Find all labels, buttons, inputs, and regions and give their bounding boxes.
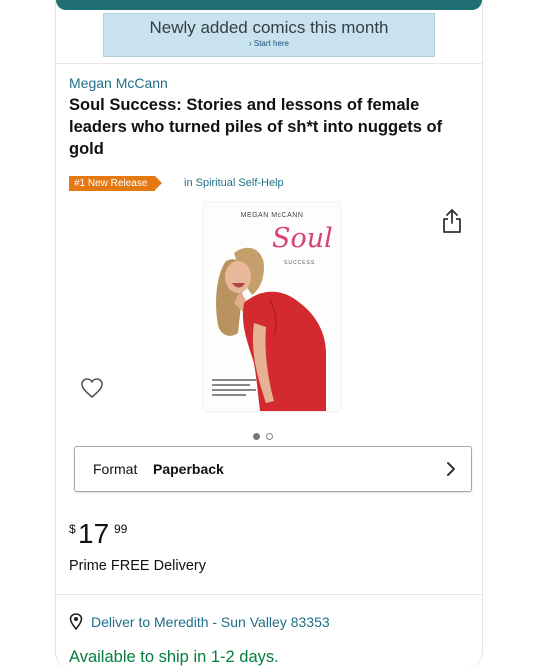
top-bar xyxy=(56,0,482,10)
banner-start-link[interactable]: › Start here xyxy=(104,39,434,48)
prime-delivery: Prime FREE Delivery xyxy=(69,558,206,574)
format-value: Paperback xyxy=(153,461,224,477)
image-carousel-dots xyxy=(253,427,279,445)
product-image[interactable]: MEGAN McCANN Soul SUCCESS xyxy=(204,203,340,411)
cover-blurb-line xyxy=(212,384,250,386)
format-selector[interactable]: Format Paperback xyxy=(74,446,472,492)
price-fraction: 99 xyxy=(114,522,128,536)
heart-icon[interactable] xyxy=(80,377,104,399)
product-title: Soul Success: Stories and lessons of fem… xyxy=(69,96,443,158)
new-release-badge: #1 New Release xyxy=(69,176,163,191)
divider xyxy=(56,63,482,64)
price-currency: $ xyxy=(69,522,76,536)
price-whole: 17 xyxy=(78,518,110,549)
divider xyxy=(56,594,482,595)
carousel-dot[interactable] xyxy=(266,433,273,440)
cover-blurb-line xyxy=(212,389,256,391)
chevron-right-icon xyxy=(447,462,455,476)
author-link[interactable]: Megan McCann xyxy=(69,75,168,91)
deliver-to-text: Deliver to Meredith - Sun Valley 83353 xyxy=(91,614,330,630)
share-icon[interactable] xyxy=(440,208,464,234)
format-label: Format xyxy=(93,461,138,477)
cover-blurb-line xyxy=(212,379,256,381)
availability-status: Available to ship in 1-2 days. xyxy=(69,648,279,666)
location-pin-icon xyxy=(69,613,83,630)
category-link[interactable]: in Spiritual Self-Help xyxy=(184,176,284,191)
promo-banner[interactable]: Newly added comics this month › Start he… xyxy=(103,13,435,57)
cover-blurb-line xyxy=(212,394,246,396)
carousel-dot-active[interactable] xyxy=(253,433,260,440)
phone-screen: Newly added comics this month › Start he… xyxy=(55,0,483,670)
banner-title: Newly added comics this month xyxy=(149,18,389,37)
